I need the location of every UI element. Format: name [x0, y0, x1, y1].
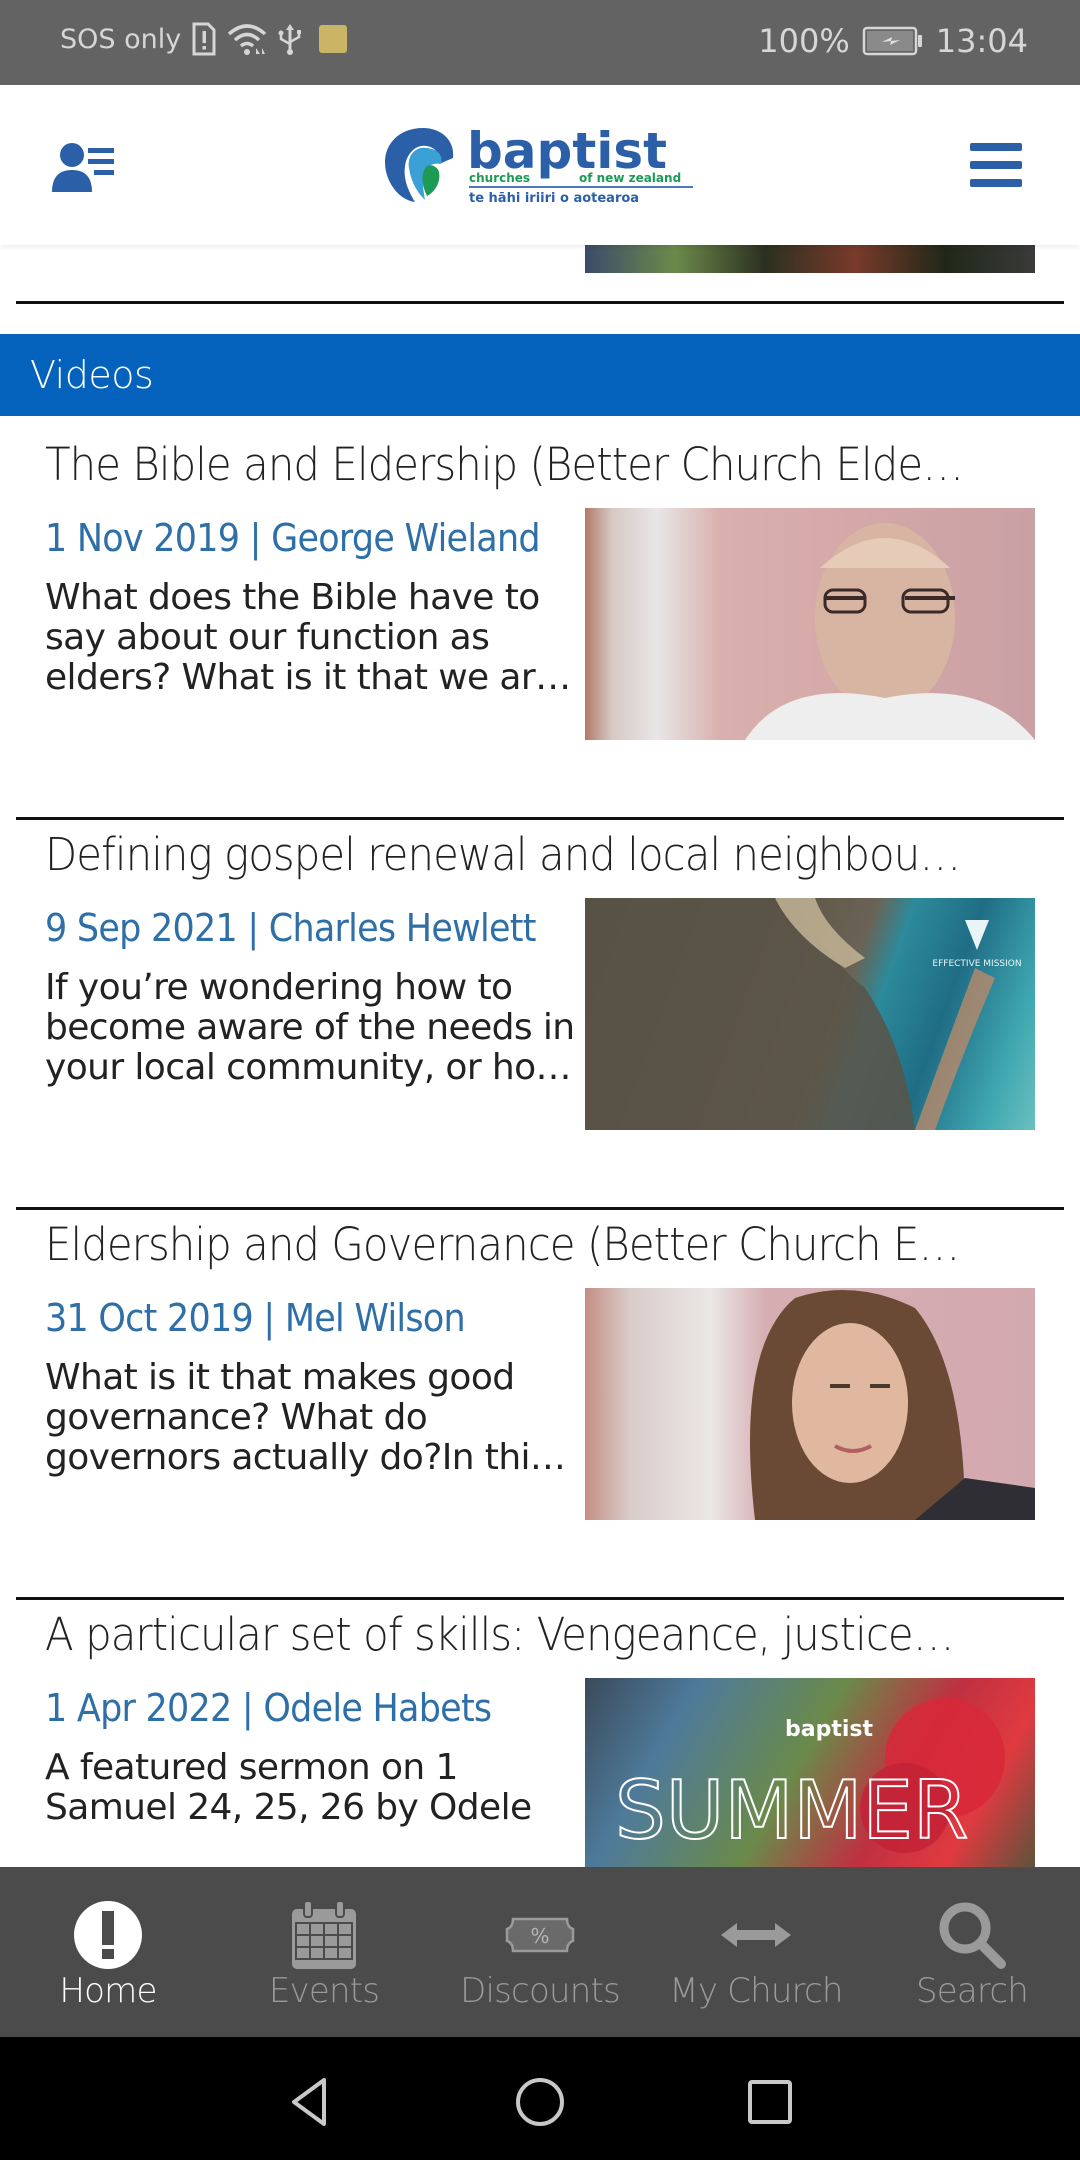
video-title[interactable]: Eldership and Governance (Better Church …	[45, 1218, 966, 1271]
tab-label: Home	[59, 1971, 157, 2011]
thumbnail-caption: SUMMER	[615, 1764, 969, 1857]
wifi-icon	[227, 22, 267, 56]
video-title[interactable]: Defining gospel renewal and local neighb…	[45, 828, 966, 881]
tab-label: Discounts	[460, 1971, 621, 2011]
alert-circle-icon	[68, 1895, 148, 1975]
status-bar: SOS only 100% 13:04	[0, 0, 1080, 85]
home-circle-icon	[516, 2078, 564, 2126]
video-description: A featured sermon on 1 Samuel 24, 25, 26…	[45, 1748, 532, 1828]
video-list-item[interactable]: Defining gospel renewal and local neighb…	[0, 806, 1080, 1196]
tab-discounts[interactable]: % Discounts	[432, 1867, 648, 2037]
divider	[16, 301, 1064, 304]
baptist-logo[interactable]: baptist churches of new zealand te hāhi …	[383, 122, 698, 207]
usb-icon	[277, 22, 303, 56]
discount-tag-icon: %	[500, 1895, 580, 1975]
clock-time: 13:04	[935, 22, 1028, 60]
tab-label: Events	[268, 1971, 380, 2011]
tab-home[interactable]: Home	[0, 1867, 216, 2037]
tab-my-church[interactable]: My Church	[648, 1867, 864, 2037]
carrier-text: SOS only	[60, 23, 182, 55]
double-arrow-icon	[716, 1895, 796, 1975]
search-icon	[932, 1895, 1012, 1975]
content-scroll[interactable]: Videos The Bible and Eldership (Better C…	[0, 245, 1080, 1867]
video-list-item[interactable]: The Bible and Eldership (Better Church E…	[0, 416, 1080, 806]
recents-button[interactable]	[735, 2067, 805, 2137]
system-nav-bar	[0, 2037, 1080, 2160]
video-description: If you’re wondering how to become aware …	[45, 968, 575, 1088]
user-list-icon	[52, 143, 114, 192]
video-list-item[interactable]: A particular set of skills: Vengeance, j…	[0, 1586, 1080, 1867]
tab-label: Search	[915, 1971, 1029, 2011]
percent-symbol: %	[530, 1924, 549, 1948]
tab-events[interactable]: Events	[216, 1867, 432, 2037]
tab-search[interactable]: Search	[864, 1867, 1080, 2037]
thumbnail-logo: baptist	[785, 1717, 873, 1742]
thumbnail-caption: EFFECTIVE MISSION	[932, 959, 1021, 969]
video-title[interactable]: A particular set of skills: Vengeance, j…	[45, 1608, 966, 1661]
video-meta: 31 Oct 2019 | Mel Wilson	[45, 1296, 466, 1340]
menu-button[interactable]	[968, 141, 1024, 189]
bottom-tab-bar: Home Events % Discounts My Church Search	[0, 1867, 1080, 2037]
video-thumbnail[interactable]	[585, 508, 1035, 740]
recents-square-icon	[748, 2080, 792, 2124]
home-button[interactable]	[505, 2067, 575, 2137]
sim-alert-icon	[191, 22, 217, 56]
video-title[interactable]: The Bible and Eldership (Better Church E…	[45, 438, 966, 491]
logo-subtitle-left: churches	[469, 171, 530, 185]
calendar-icon	[284, 1895, 364, 1975]
video-meta: 1 Nov 2019 | George Wieland	[45, 516, 541, 560]
back-triangle-icon	[292, 2078, 326, 2126]
app-header: baptist churches of new zealand te hāhi …	[0, 85, 1080, 245]
tab-label: My Church	[669, 1971, 843, 2011]
video-list-item[interactable]: Eldership and Governance (Better Church …	[0, 1196, 1080, 1586]
video-description: What is it that makes good governance? W…	[45, 1358, 566, 1478]
video-meta: 1 Apr 2022 | Odele Habets	[45, 1686, 492, 1730]
hamburger-icon	[970, 143, 1022, 187]
koru-swirl-icon	[385, 128, 454, 202]
video-thumbnail[interactable]: baptist SUMMER	[585, 1678, 1035, 1867]
battery-charging-icon	[862, 26, 924, 56]
notification-app-icon	[319, 25, 348, 53]
section-header-videos: Videos	[0, 334, 1080, 416]
logo-subtitle-right: of new zealand	[579, 171, 681, 185]
logo-rule	[469, 186, 693, 188]
video-description: What does the Bible have to say about ou…	[45, 578, 571, 698]
logo-tagline: te hāhi iriiri o aotearoa	[469, 191, 639, 206]
profile-button[interactable]	[50, 140, 120, 195]
video-thumbnail[interactable]	[585, 1288, 1035, 1520]
video-thumbnail[interactable]: EFFECTIVE MISSION	[585, 898, 1035, 1130]
back-button[interactable]	[275, 2067, 345, 2137]
previous-item-thumbnail[interactable]	[585, 245, 1035, 273]
battery-percent: 100%	[758, 22, 850, 60]
video-meta: 9 Sep 2021 | Charles Hewlett	[45, 906, 536, 950]
